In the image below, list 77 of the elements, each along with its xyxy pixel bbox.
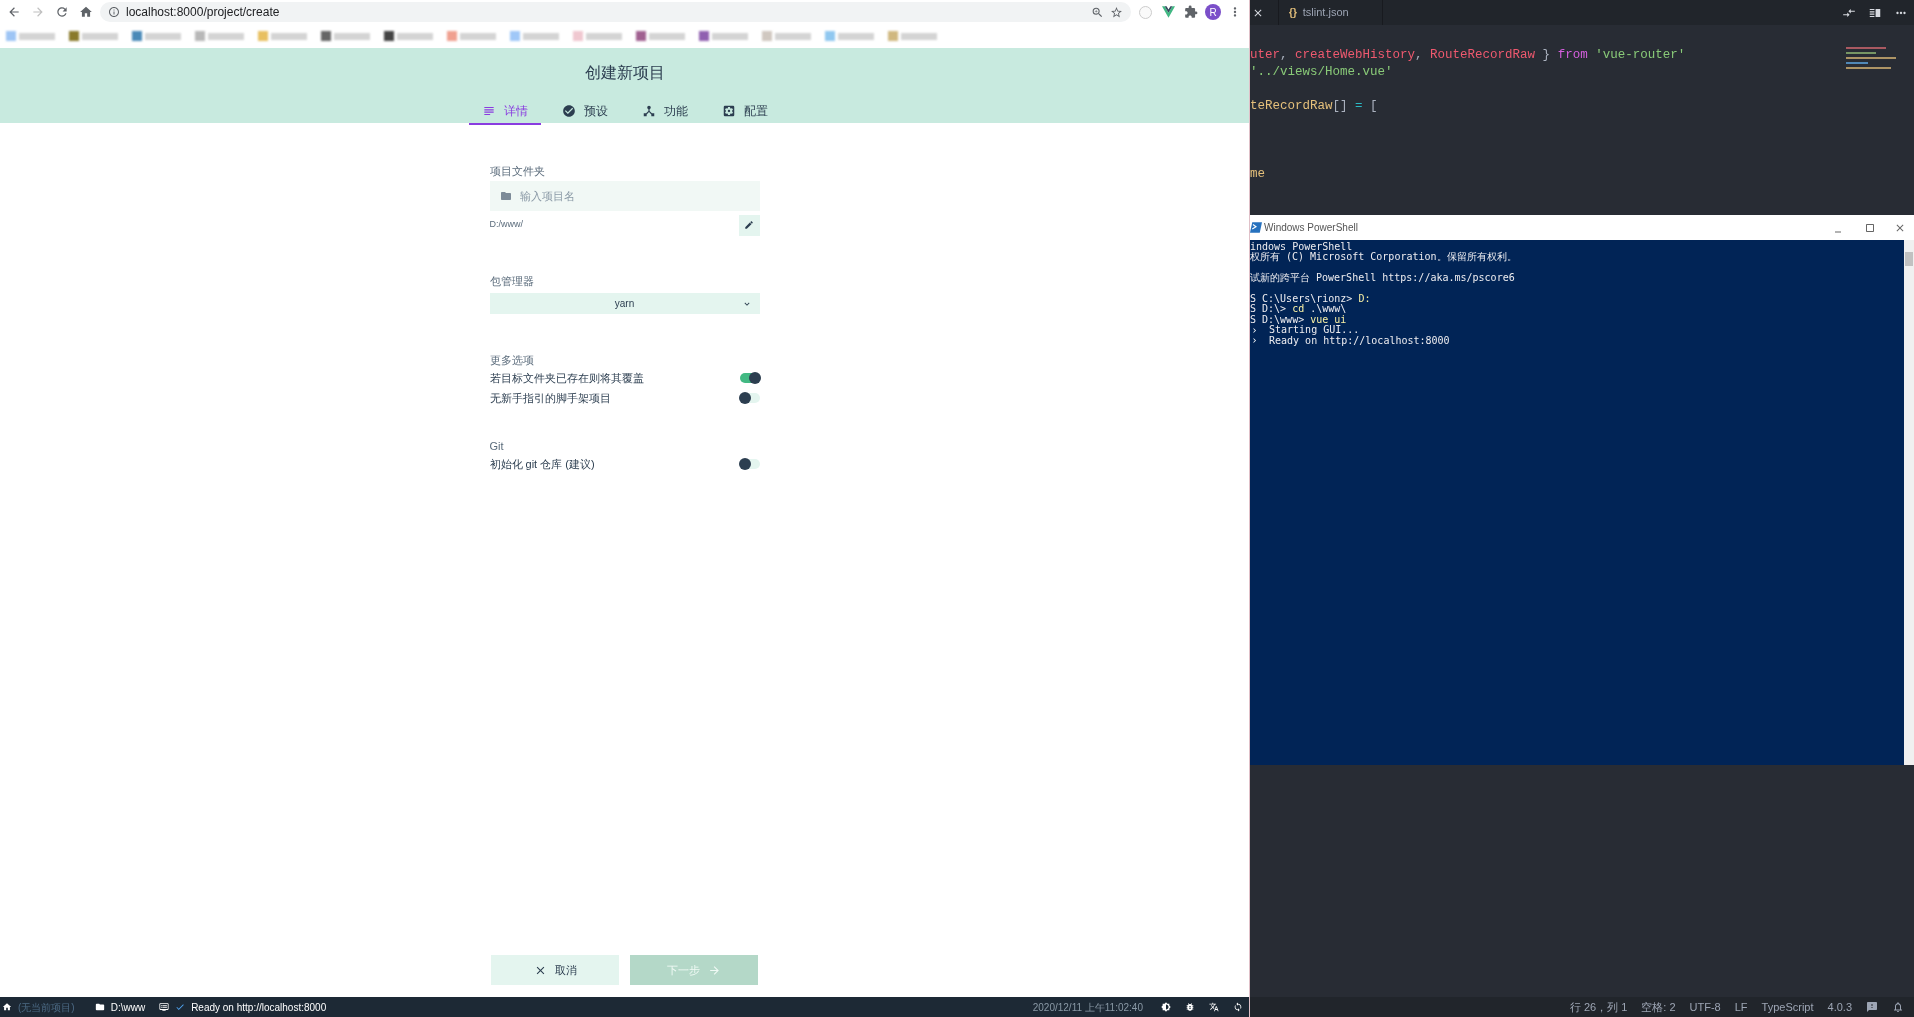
tab[interactable]: 功能 [628,99,701,125]
tab[interactable]: 预设 [548,99,621,125]
gear-box-icon [721,104,736,118]
folder-icon [499,190,512,202]
bug-icon[interactable] [1185,1002,1195,1012]
page-title: 创建新项目 [584,63,665,83]
info-icon[interactable] [108,6,120,18]
blurred-bookmark[interactable] [699,31,748,41]
edit-path-button[interactable] [738,214,760,236]
check-icon [175,1002,186,1012]
home-icon[interactable] [79,5,93,19]
lines-icon [481,104,496,118]
status-item[interactable]: 空格: 2 [1641,998,1676,1016]
option-label: 无新手指引的脚手架项目 [489,390,611,406]
option-label: 若目标文件夹已存在则将其覆盖 [489,370,644,386]
editor-tab[interactable]: {} tslint.json [1278,0,1383,25]
toggle-switch[interactable] [739,373,760,383]
code-line: me [1250,166,1265,183]
terminal-icon[interactable] [159,1002,170,1012]
tab[interactable]: 配置 [708,99,781,125]
arrow-right-icon [708,963,721,977]
console-line: Ready on http://localhost:8000 [1269,335,1450,346]
folder-path: D:/www/ [489,218,523,232]
option-label: 初始化 git 仓库 (建议) [489,456,595,472]
package-manager-select[interactable]: yarn [489,293,760,314]
console-line: 试新的跨平台 PowerShell https://aka.ms/pscore6 [1250,273,1515,284]
project-name-field[interactable]: 输入项目名 [489,181,760,211]
status-item[interactable]: 4.0.3 [1827,998,1852,1016]
code-line: teRecordRaw[] = [ [1250,98,1378,115]
puzzle-icon[interactable] [1184,5,1198,19]
pencil-icon [744,220,754,230]
hub-icon [641,104,656,118]
folder-status[interactable]: D:\www [110,999,146,1015]
contrast-icon[interactable] [1161,1002,1171,1012]
url-text: localhost:8000/project/create [126,4,281,21]
back-icon[interactable] [7,5,21,19]
reload-icon[interactable] [55,5,69,19]
v-logo-icon[interactable] [1162,6,1175,18]
braces-icon: {} [1289,5,1297,20]
home-icon[interactable] [2,1002,12,1012]
star-icon[interactable] [1110,5,1123,19]
console-line: Starting GUI... [1269,325,1360,336]
section-label: 项目文件夹 [489,164,546,179]
profile-avatar[interactable]: R [1205,4,1221,20]
maximize-icon[interactable] [1864,221,1876,234]
blurred-bookmark[interactable] [69,31,118,41]
section-label: 包管理器 [489,274,535,289]
status-item[interactable]: UTF-8 [1689,998,1721,1016]
section-label: Git [489,439,505,454]
toggle-switch[interactable] [739,393,760,403]
refresh-icon[interactable] [1233,1002,1243,1012]
folder-icon[interactable] [94,1002,105,1012]
blurred-bookmark[interactable] [636,31,685,41]
zoom-icon[interactable] [1091,5,1104,19]
blurred-bookmark[interactable] [321,31,370,41]
status-item[interactable]: LF [1734,998,1748,1016]
tab[interactable]: 详情 [468,99,541,125]
section-label: 更多选项 [489,353,535,368]
window-title: Windows PowerShell [1264,221,1359,235]
translate-icon[interactable] [1209,1002,1219,1012]
blurred-bookmark[interactable] [384,31,433,41]
address-bar[interactable]: localhost:8000/project/create [100,2,1131,22]
toggle-switch[interactable] [739,459,760,469]
status-item[interactable]: TypeScript [1761,998,1814,1016]
console-line: indows PowerShell [1250,242,1353,252]
status-item[interactable]: 行 26，列 1 [1569,998,1628,1016]
feedback-icon[interactable] [1866,1001,1878,1013]
cancel-button[interactable]: 取消 [491,955,619,985]
console-line: S D:\www> vue ui [1250,314,1347,325]
console-line: S C:\Users\rionz> D: [1250,293,1371,304]
console-line: S D:\> cd .\www\ [1250,304,1347,315]
timestamp: 2020/12/11 上午11:02:40 [1032,1000,1143,1015]
status-message[interactable]: Ready on http://localhost:8000 [191,999,1027,1015]
bell-icon[interactable] [1892,1001,1904,1013]
code-line: '../views/Home.vue' [1250,64,1393,81]
console-line: 权所有 (C) Microsoft Corporation。保留所有权利。 [1250,252,1517,263]
code-line: uter, createWebHistory, RouteRecordRaw } from 'vue-router' [1250,47,1686,64]
